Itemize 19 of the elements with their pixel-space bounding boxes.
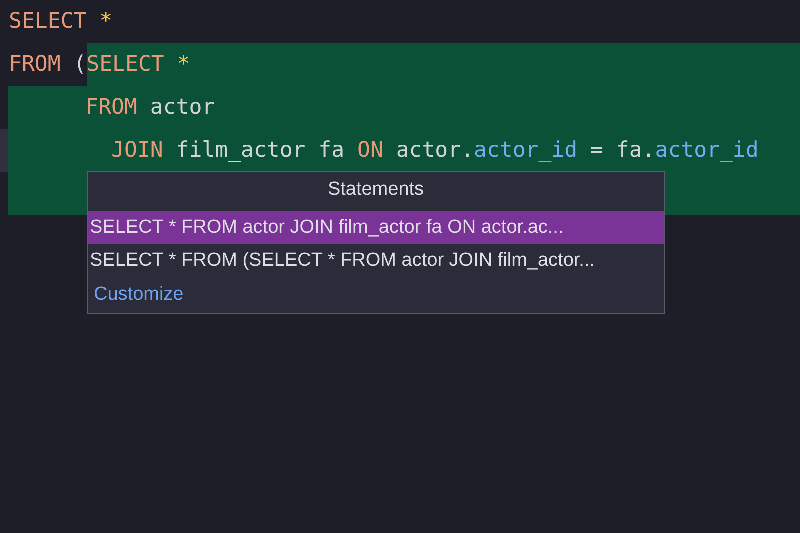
statement-item[interactable]: SELECT * FROM (SELECT * FROM actor JOIN film_actor... bbox=[88, 244, 664, 277]
popup-title: Statements bbox=[326, 178, 426, 202]
code-token: FROM bbox=[84, 94, 138, 122]
code-token: actor_id bbox=[655, 137, 759, 165]
code-token: ( bbox=[72, 51, 87, 79]
code-token: * bbox=[176, 51, 190, 79]
code-token: SELECT bbox=[8, 8, 87, 36]
customize-link[interactable]: Customize bbox=[94, 284, 184, 306]
code-token: film_actor fa bbox=[175, 137, 345, 165]
code-token: actor. bbox=[395, 137, 474, 165]
code-token: ON bbox=[356, 137, 384, 165]
code-token: SELECT bbox=[86, 51, 164, 79]
statement-item[interactable]: SELECT * FROM actor JOIN film_actor fa ON actor.ac... bbox=[88, 211, 664, 244]
code-token: FROM bbox=[8, 51, 61, 79]
code-token: JOIN bbox=[110, 137, 164, 165]
code-token: actor_id bbox=[474, 137, 578, 165]
code-token: * bbox=[98, 8, 113, 36]
code-token: = fa. bbox=[590, 137, 656, 165]
code-token: actor bbox=[149, 94, 216, 122]
